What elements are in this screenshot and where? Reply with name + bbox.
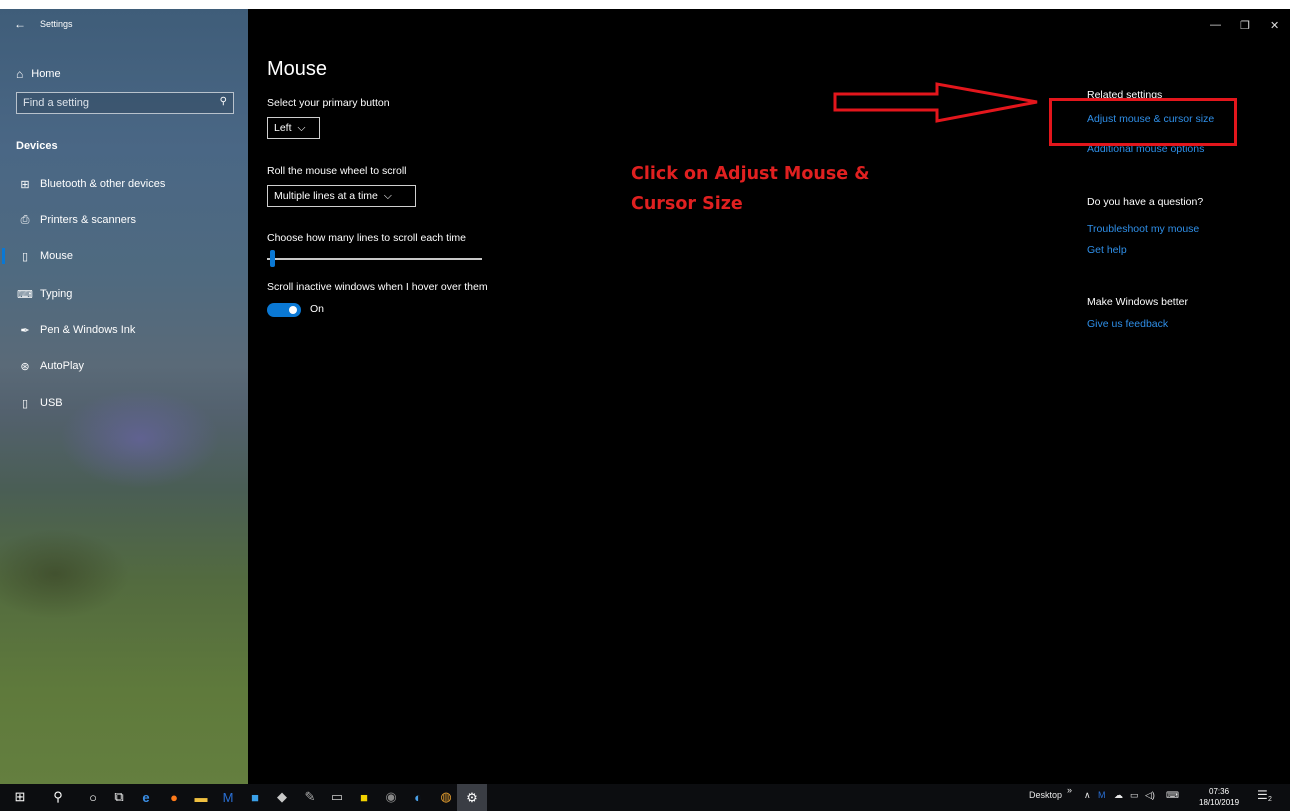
annotation-line-1: Click on Adjust Mouse & bbox=[631, 164, 870, 184]
highlight-box bbox=[1049, 98, 1237, 146]
home-icon: ⌂ bbox=[16, 67, 24, 81]
firefox-icon[interactable]: ● bbox=[165, 788, 183, 806]
app-icon[interactable]: ◉ bbox=[382, 788, 400, 806]
sidebar-item-bluetooth[interactable]: ⊞ Bluetooth & other devices bbox=[0, 169, 248, 199]
app-icon[interactable]: ◐ bbox=[409, 788, 427, 806]
show-hidden-icons-icon[interactable]: ∧ bbox=[1084, 790, 1091, 801]
sidebar-item-label: AutoPlay bbox=[40, 360, 85, 372]
home-nav[interactable]: ⌂ Home bbox=[16, 67, 61, 81]
sidebar-item-printers[interactable]: ⎙ Printers & scanners bbox=[0, 205, 248, 235]
malwarebytes-tray-icon[interactable]: M bbox=[1098, 790, 1106, 800]
selection-indicator bbox=[2, 248, 5, 264]
app-icon[interactable]: ■ bbox=[246, 788, 264, 806]
chevron-down-icon: ⌵ bbox=[297, 121, 306, 134]
lines-to-scroll-label: Choose how many lines to scroll each tim… bbox=[267, 232, 467, 244]
mouse-icon: ▯ bbox=[21, 250, 29, 263]
sidebar-item-usb[interactable]: ▯ USB bbox=[0, 388, 248, 418]
sidebar-item-pen[interactable]: ✒ Pen & Windows Ink bbox=[0, 315, 248, 345]
keyboard-icon[interactable]: ⌨ bbox=[1166, 790, 1179, 801]
network-icon[interactable]: ▭ bbox=[1130, 790, 1139, 801]
app-title: Settings bbox=[40, 19, 73, 29]
toggle-state: On bbox=[310, 303, 325, 315]
lines-slider-track[interactable] bbox=[267, 258, 482, 260]
file-explorer-icon[interactable]: ▬ bbox=[192, 788, 210, 806]
sidebar-item-label: Mouse bbox=[40, 250, 74, 262]
sticky-notes-icon[interactable]: ■ bbox=[355, 788, 373, 806]
printer-icon: ⎙ bbox=[20, 213, 30, 226]
sidebar-item-label: Pen & Windows Ink bbox=[40, 324, 136, 336]
sidebar-item-autoplay[interactable]: ⊛ AutoPlay bbox=[0, 351, 248, 381]
malwarebytes-icon[interactable]: M bbox=[219, 788, 237, 806]
toolbar-chevron-icon[interactable]: » bbox=[1067, 785, 1072, 795]
search-input[interactable] bbox=[17, 93, 203, 113]
primary-button-label: Select your primary button bbox=[267, 97, 390, 109]
app-icon[interactable]: ◆ bbox=[273, 788, 291, 806]
search-icon[interactable]: ⚲ bbox=[220, 96, 227, 107]
date: 18/10/2019 bbox=[1199, 798, 1240, 807]
desktop-toolbar-label[interactable]: Desktop bbox=[1029, 790, 1062, 800]
annotation-line-2: Cursor Size bbox=[631, 194, 743, 214]
inactive-scroll-toggle[interactable] bbox=[267, 303, 301, 317]
time: 07:36 bbox=[1209, 787, 1230, 796]
sidebar-item-label: Typing bbox=[40, 288, 73, 300]
onedrive-icon[interactable]: ☁ bbox=[1114, 790, 1123, 801]
inactive-scroll-label: Scroll inactive windows when I hover ove… bbox=[267, 281, 488, 293]
notification-center-icon[interactable]: ☰ bbox=[1257, 788, 1268, 802]
start-icon[interactable]: ⊞ bbox=[11, 788, 29, 806]
paint-icon[interactable]: ✎ bbox=[301, 788, 319, 806]
question-heading: Do you have a question? bbox=[1087, 196, 1204, 208]
volume-icon[interactable]: ◁) bbox=[1145, 790, 1155, 801]
scroll-wheel-label: Roll the mouse wheel to scroll bbox=[267, 165, 407, 177]
terminal-icon[interactable]: ▭ bbox=[328, 788, 346, 806]
annotation-text: Click on Adjust Mouse & Cursor Size bbox=[631, 159, 951, 219]
dropdown-value: Multiple lines at a time bbox=[274, 190, 378, 202]
top-strip bbox=[0, 0, 1290, 9]
edge-icon[interactable]: e bbox=[137, 788, 155, 806]
autoplay-icon: ⊛ bbox=[20, 360, 30, 373]
get-help-link[interactable]: Get help bbox=[1087, 244, 1127, 256]
toggle-knob bbox=[289, 306, 297, 314]
sidebar-item-label: Printers & scanners bbox=[40, 214, 136, 226]
search-box[interactable]: ⚲ bbox=[16, 92, 234, 114]
usb-icon: ▯ bbox=[21, 397, 29, 410]
annotation-arrow bbox=[833, 82, 1038, 123]
primary-button-dropdown[interactable]: Left ⌵ bbox=[267, 117, 320, 139]
pen-icon: ✒ bbox=[20, 324, 30, 337]
feedback-link[interactable]: Give us feedback bbox=[1087, 318, 1168, 330]
troubleshoot-link[interactable]: Troubleshoot my mouse bbox=[1087, 223, 1199, 235]
page-title: Mouse bbox=[267, 58, 328, 80]
search-icon[interactable]: ⚲ bbox=[49, 788, 67, 806]
sidebar-item-typing[interactable]: ⌨ Typing bbox=[0, 279, 248, 309]
settings-icon[interactable]: ⚙ bbox=[457, 784, 487, 811]
sidebar-item-mouse[interactable]: ▯ Mouse bbox=[0, 241, 248, 271]
chevron-down-icon: ⌵ bbox=[383, 189, 392, 202]
back-arrow-icon[interactable]: ← bbox=[14, 17, 26, 31]
sidebar-item-label: Bluetooth & other devices bbox=[40, 178, 166, 190]
keyboard-icon: ⌨ bbox=[17, 288, 33, 301]
chrome-icon[interactable]: ◍ bbox=[437, 788, 455, 806]
bluetooth-devices-icon: ⊞ bbox=[20, 178, 30, 191]
section-heading: Devices bbox=[16, 140, 58, 152]
better-heading: Make Windows better bbox=[1087, 296, 1188, 308]
task-view-icon[interactable]: ⧉ bbox=[110, 788, 128, 806]
home-label: Home bbox=[31, 68, 61, 80]
lines-slider-thumb[interactable] bbox=[270, 250, 275, 267]
clock[interactable]: 07:36 18/10/2019 bbox=[1199, 786, 1239, 808]
dropdown-value: Left bbox=[274, 122, 292, 134]
scroll-wheel-dropdown[interactable]: Multiple lines at a time ⌵ bbox=[267, 185, 416, 207]
sidebar-item-label: USB bbox=[40, 397, 63, 409]
cortana-icon[interactable]: ○ bbox=[84, 788, 102, 806]
minimize-icon[interactable]: — bbox=[1210, 19, 1221, 31]
notification-count: 2 bbox=[1268, 796, 1272, 803]
sidebar: ← Settings ⌂ Home ⚲ Devices ⊞ Bluetooth … bbox=[0, 9, 248, 784]
main-content: — ❐ ✕ Mouse Select your primary button L… bbox=[248, 9, 1290, 784]
close-icon[interactable]: ✕ bbox=[1270, 19, 1279, 32]
taskbar: ⊞ ⚲ ○ ⧉ e ● ▬ M ■ ◆ ✎ ▭ ■ ◉ ◐ ◍ ⚙ Deskto… bbox=[0, 784, 1290, 811]
restore-icon[interactable]: ❐ bbox=[1240, 19, 1250, 32]
